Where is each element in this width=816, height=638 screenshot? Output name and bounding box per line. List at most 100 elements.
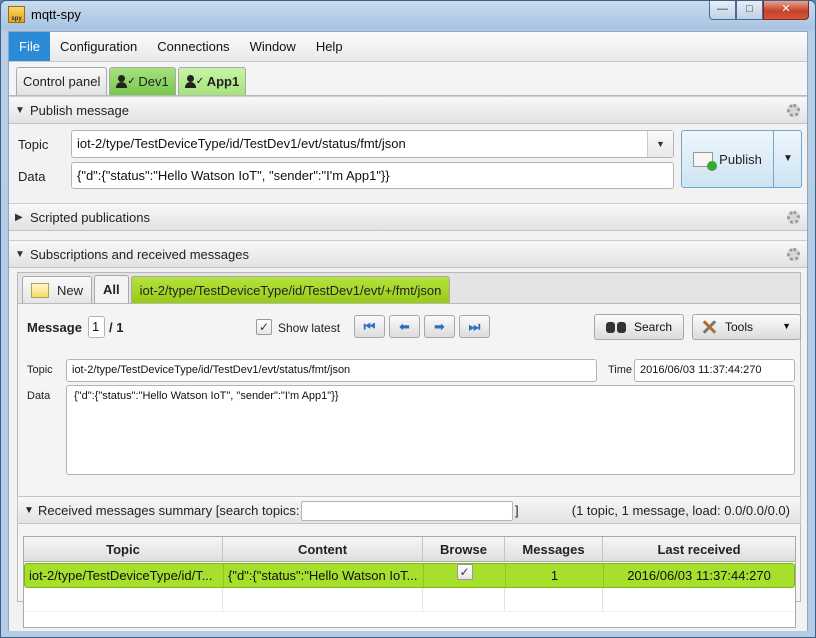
message-index-input[interactable]: 1	[88, 316, 105, 338]
window-controls: — □ ✕	[709, 1, 809, 21]
tab-label: All	[103, 282, 120, 297]
publish-topic-value: iot-2/type/TestDeviceType/id/TestDev1/ev…	[77, 136, 406, 151]
tab-label: New	[57, 282, 84, 298]
tab-label: Dev1	[138, 74, 169, 89]
message-index-value: 1	[92, 319, 100, 334]
message-topic-field[interactable]: iot-2/type/TestDeviceType/id/TestDev1/ev…	[66, 359, 597, 382]
bracket-close: ]	[515, 503, 519, 518]
publish-options-dropdown[interactable]: ▼	[775, 131, 801, 187]
client-area: File Configuration Connections Window He…	[8, 31, 808, 631]
tab-app1[interactable]: ✓ App1	[177, 67, 247, 95]
collapse-arrow-icon: ▼	[15, 249, 25, 260]
scripted-pane-header[interactable]: ▶ Scripted publications	[9, 203, 807, 231]
tools-label: Tools	[725, 320, 754, 334]
menu-configuration[interactable]: Configuration	[50, 32, 147, 61]
tab-dev1[interactable]: ✓ Dev1	[109, 67, 176, 95]
column-last-received[interactable]: Last received	[603, 537, 795, 561]
message-data-value: {"d":{"status":"Hello Watson IoT", "send…	[74, 390, 339, 402]
publish-split-button: Publish ▼	[681, 130, 802, 188]
search-label: Search	[633, 320, 673, 334]
tab-control-panel[interactable]: Control panel	[16, 67, 108, 95]
arrow-left-icon: ⬅	[399, 318, 410, 334]
subscriptions-pane-header[interactable]: ▼ Subscriptions and received messages	[9, 240, 807, 268]
collapse-arrow-icon: ▼	[15, 105, 25, 116]
message-topic-value: iot-2/type/TestDeviceType/id/TestDev1/ev…	[72, 364, 351, 376]
subscription-tabs: New All iot-2/type/TestDeviceType/id/Tes…	[18, 273, 800, 304]
tab-subscription-topic[interactable]: iot-2/type/TestDeviceType/id/TestDev1/ev…	[130, 276, 451, 303]
menu-window[interactable]: Window	[240, 32, 306, 61]
pane-title: Subscriptions and received messages	[30, 247, 249, 262]
chevron-down-icon: ▼	[782, 321, 791, 331]
binoculars-icon	[605, 320, 626, 334]
title-bar[interactable]: spy mqtt-spy — □ ✕	[1, 1, 815, 29]
column-browse[interactable]: Browse	[423, 537, 505, 561]
empty-table-row	[24, 588, 795, 612]
received-messages-summary: ▼ Received messages summary [search topi…	[17, 496, 801, 632]
search-topics-input[interactable]	[301, 501, 513, 521]
new-note-icon	[31, 282, 49, 298]
collapse-arrow-icon: ▼	[24, 505, 34, 516]
message-total: / 1	[109, 320, 124, 335]
message-label: Message	[27, 320, 82, 335]
publish-pane-header[interactable]: ▼ Publish message	[9, 96, 807, 124]
menu-file[interactable]: File	[9, 32, 50, 61]
chevron-down-icon[interactable]: ▼	[647, 131, 673, 157]
arrow-right-icon: ➡	[434, 318, 445, 334]
next-message-button[interactable]: ➡	[424, 315, 455, 338]
message-time-field[interactable]: 2016/06/03 11:37:44:270	[634, 359, 795, 382]
menu-help[interactable]: Help	[306, 32, 353, 61]
table-row[interactable]: iot-2/type/TestDeviceType/id/T... {"d":{…	[24, 563, 795, 588]
connected-user-icon: ✓	[116, 74, 136, 89]
summary-pane-header[interactable]: ▼ Received messages summary [search topi…	[17, 496, 801, 524]
pane-title: Scripted publications	[30, 210, 150, 225]
browse-checkbox[interactable]: ✓	[456, 564, 473, 580]
summary-stats: (1 topic, 1 message, load: 0.0/0.0/0.0)	[571, 503, 790, 518]
tab-all[interactable]: All	[94, 275, 129, 303]
publish-data-label: Data	[18, 169, 46, 184]
show-latest-checkbox[interactable]: ✓	[256, 319, 272, 335]
tools-menu-button[interactable]: Tools ▼	[692, 314, 801, 340]
maximize-button[interactable]: □	[736, 1, 763, 20]
cell-last-received: 2016/06/03 11:37:44:270	[627, 568, 771, 583]
gear-icon[interactable]	[787, 104, 800, 117]
column-content[interactable]: Content	[223, 537, 423, 561]
cell-messages: 1	[506, 564, 604, 587]
first-message-button[interactable]: ⏮	[354, 315, 385, 338]
previous-message-button[interactable]: ⬅	[389, 315, 420, 338]
pane-title: Received messages summary [search topics…	[38, 503, 300, 518]
tab-label: App1	[206, 74, 240, 89]
minimize-button[interactable]: —	[709, 1, 736, 20]
publish-topic-combo[interactable]: iot-2/type/TestDeviceType/id/TestDev1/ev…	[71, 130, 674, 158]
message-time-label: Time	[608, 364, 633, 376]
column-topic[interactable]: Topic	[24, 537, 223, 561]
new-subscription-tab[interactable]: New	[22, 276, 93, 303]
connection-tabs: Control panel ✓ Dev1 ✓ App1	[9, 63, 807, 95]
table-header: Topic Content Browse Messages Last recei…	[24, 537, 795, 562]
window-title: mqtt-spy	[31, 7, 81, 22]
pane-title: Publish message	[30, 103, 129, 118]
last-message-button[interactable]: ⏭	[459, 315, 490, 338]
search-button[interactable]: Search	[594, 314, 684, 340]
cell-topic: iot-2/type/TestDeviceType/id/T...	[25, 564, 224, 587]
skip-last-icon: ⏭	[468, 318, 481, 334]
connected-user-icon: ✓	[184, 74, 204, 89]
publish-topic-label: Topic	[18, 137, 49, 152]
publish-data-value: {"d":{"status":"Hello Watson IoT", "send…	[77, 168, 390, 183]
publish-data-input[interactable]: {"d":{"status":"Hello Watson IoT", "send…	[71, 162, 674, 189]
cell-browse: ✓	[424, 564, 506, 587]
menu-connections[interactable]: Connections	[147, 32, 239, 61]
close-button[interactable]: ✕	[763, 1, 809, 20]
message-topic-label: Topic	[27, 364, 53, 376]
app-window: spy mqtt-spy — □ ✕ File Configuration Co…	[0, 0, 816, 638]
cell-content: {"d":{"status":"Hello Watson IoT...	[224, 564, 424, 587]
message-data-area[interactable]: {"d":{"status":"Hello Watson IoT", "send…	[66, 385, 795, 475]
message-time-value: 2016/06/03 11:37:44:270	[640, 364, 762, 376]
tab-label: iot-2/type/TestDeviceType/id/TestDev1/ev…	[139, 282, 442, 298]
publish-button[interactable]: Publish	[682, 131, 774, 187]
gear-icon[interactable]	[787, 248, 800, 261]
gear-icon[interactable]	[787, 211, 800, 224]
tools-icon	[701, 319, 719, 335]
summary-table: Topic Content Browse Messages Last recei…	[23, 536, 796, 628]
column-messages[interactable]: Messages	[505, 537, 603, 561]
mail-send-icon	[693, 151, 718, 171]
